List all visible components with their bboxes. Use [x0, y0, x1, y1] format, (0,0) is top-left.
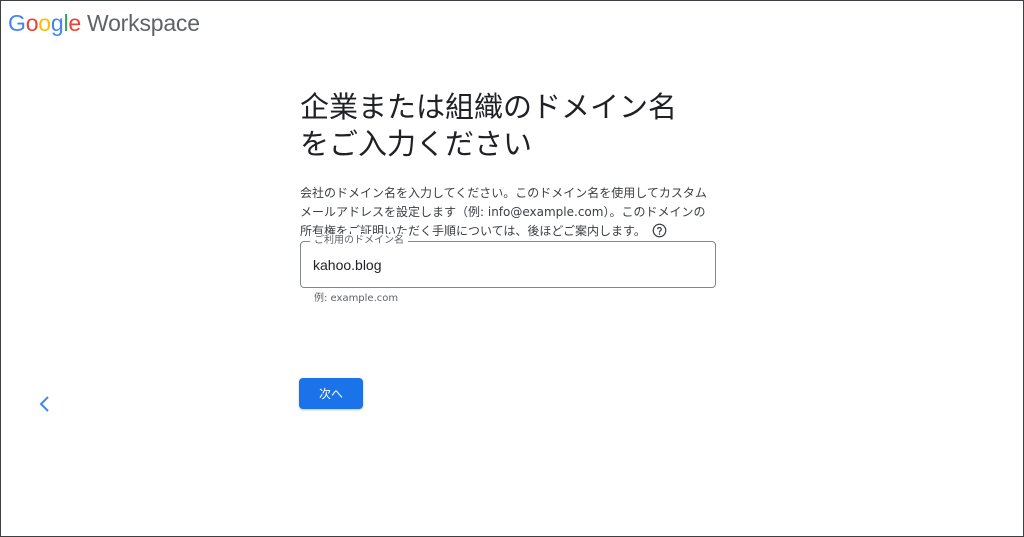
- setup-page: Google Workspace 企業または組織のドメイン名をご入力ください 会…: [0, 0, 1024, 537]
- page-description: 会社のドメイン名を入力してください。このドメイン名を使用してカスタムメールアドレ…: [300, 184, 710, 241]
- google-workspace-logo: Google Workspace: [8, 10, 200, 37]
- domain-hint: 例: example.com: [314, 293, 399, 304]
- domain-input[interactable]: [313, 254, 693, 276]
- logo-letter: e: [68, 10, 81, 36]
- main-content: 企業または組織のドメイン名をご入力ください 会社のドメイン名を入力してください。…: [300, 89, 720, 241]
- domain-field-label: ご利用のドメイン名: [310, 234, 408, 248]
- logo-letter: G: [8, 10, 26, 36]
- domain-field[interactable]: ご利用のドメイン名: [300, 234, 716, 288]
- logo-letter: o: [25, 10, 39, 36]
- help-circle-icon[interactable]: [652, 223, 667, 238]
- page-title: 企業または組織のドメイン名をご入力ください: [300, 90, 678, 161]
- logo-letter: o: [38, 10, 51, 36]
- product-name: Workspace: [87, 10, 200, 36]
- chevron-left-icon: [39, 396, 49, 412]
- next-button[interactable]: 次へ: [299, 378, 363, 409]
- logo-letter: g: [50, 10, 64, 36]
- back-button[interactable]: [34, 393, 56, 415]
- description-text: 会社のドメイン名を入力してください。このドメイン名を使用してカスタムメールアドレ…: [300, 186, 707, 238]
